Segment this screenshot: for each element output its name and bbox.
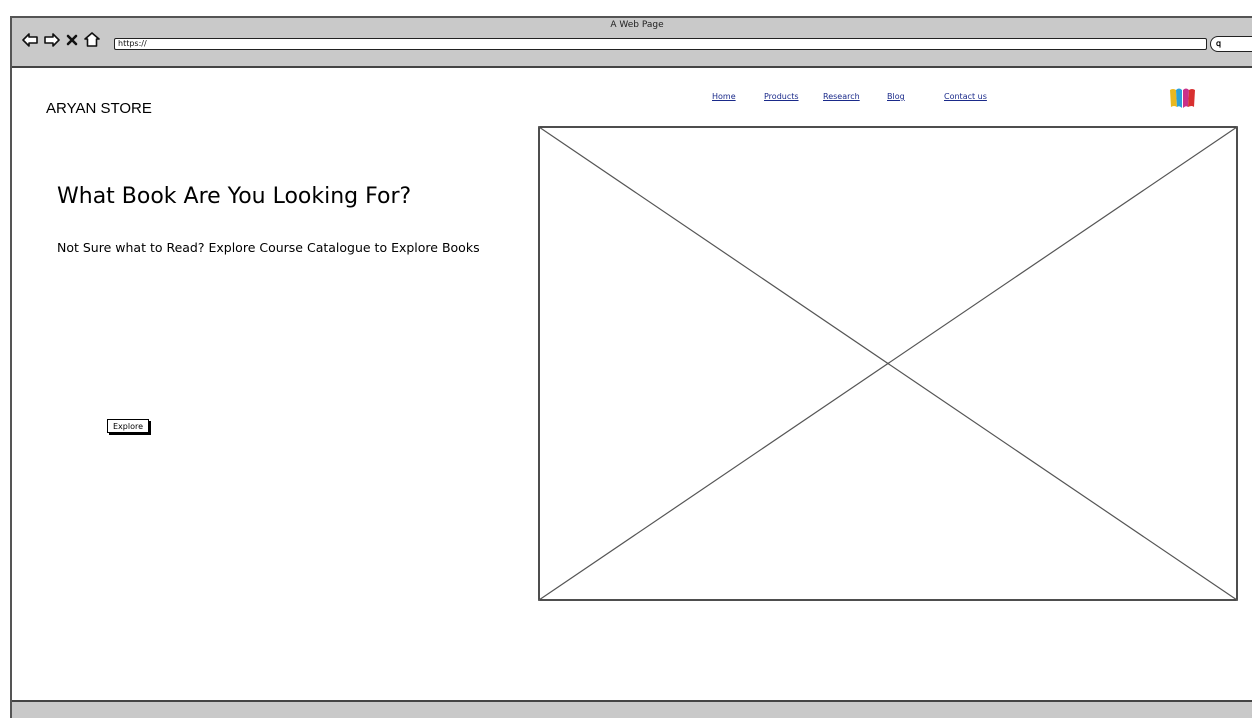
image-placeholder-icon	[538, 126, 1238, 601]
nav-home[interactable]: Home	[712, 92, 736, 101]
nav-blog[interactable]: Blog	[887, 92, 905, 101]
browser-toolbar: A Web Page https:// 𝗊	[12, 18, 1252, 68]
brand-name: ARYAN STORE	[46, 100, 152, 117]
browser-search-field[interactable]: 𝗊	[1210, 36, 1252, 52]
nav-products[interactable]: Products	[764, 92, 799, 101]
back-arrow-icon[interactable]	[22, 32, 38, 47]
search-icon: 𝗊	[1216, 39, 1222, 48]
books-icon	[1168, 86, 1198, 114]
hero-subline: Not Sure what to Read? Explore Course Ca…	[57, 240, 480, 255]
browser-window: A Web Page https:// 𝗊 ARYAN STORE Home P…	[10, 16, 1252, 718]
close-x-icon[interactable]	[66, 34, 78, 46]
forward-arrow-icon[interactable]	[44, 32, 60, 47]
browser-status-bar: //	[12, 700, 1252, 718]
hero-headline: What Book Are You Looking For?	[57, 184, 412, 209]
nav-research[interactable]: Research	[823, 92, 860, 101]
window-title: A Web Page	[610, 20, 664, 30]
home-icon[interactable]	[84, 32, 100, 47]
explore-button[interactable]: Explore	[107, 419, 149, 433]
url-bar[interactable]: https://	[114, 38, 1207, 50]
nav-contact-us[interactable]: Contact us	[944, 92, 987, 101]
browser-nav-icons	[22, 32, 100, 47]
